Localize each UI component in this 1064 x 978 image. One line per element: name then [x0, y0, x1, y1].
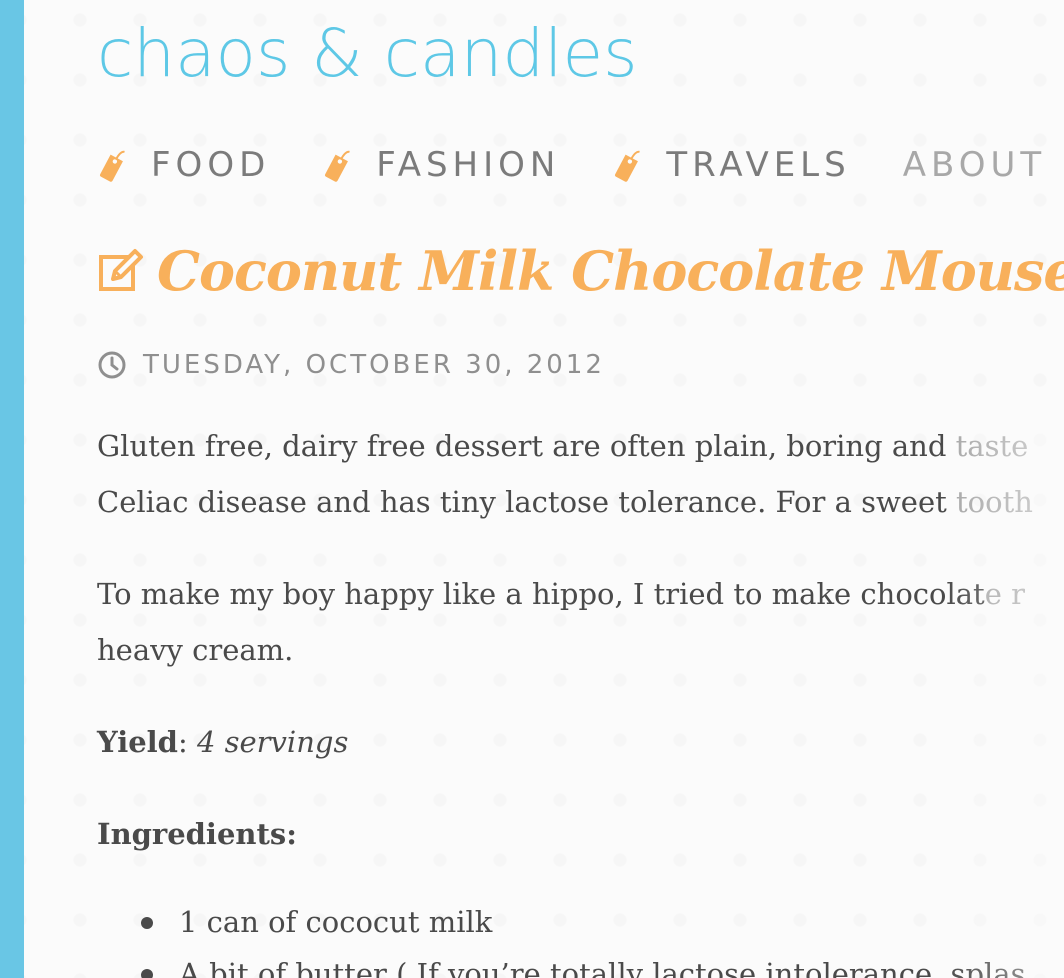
post-paragraph: Gluten free, dairy free dessert are ofte…	[97, 418, 1033, 530]
paragraph-text: taste	[955, 429, 1029, 463]
post-date-text: TUESDAY, OCTOBER 30, 2012	[143, 350, 605, 380]
paragraph-text: Celiac disease and has tiny lactose tole…	[97, 485, 956, 519]
page: chaos & candles FOOD FASHION TRAVELS ABO…	[0, 0, 1064, 978]
post-paragraph: To make my boy happy like a hippo, I tri…	[97, 566, 1025, 678]
tag-icon	[99, 150, 125, 182]
paragraph-text: tooth	[956, 485, 1033, 519]
tag-icon	[615, 150, 641, 182]
paragraph-text: heavy cream.	[97, 633, 294, 667]
post-title-link[interactable]: Coconut Milk Chocolate Mouse	[157, 244, 1064, 298]
nav-item-label: FOOD	[151, 145, 271, 185]
clock-icon	[98, 351, 126, 379]
ingredients-heading: Ingredients:	[97, 817, 297, 851]
nav-item-label: ABOUT	[902, 145, 1047, 185]
nav-item-label: TRAVELS	[666, 145, 851, 185]
nav-item-fashion[interactable]: FASHION	[322, 145, 560, 185]
ingredients-list: 1 can of cococut milk A bit of butter ( …	[97, 896, 1025, 978]
list-item: 1 can of cococut milk	[140, 896, 1025, 948]
paragraph-text: e r	[984, 577, 1025, 611]
paragraph-text: Gluten free, dairy free dessert are ofte…	[97, 429, 956, 463]
post-title: Coconut Milk Chocolate Mouse	[97, 244, 1064, 298]
list-item: A bit of butter ( If you’re totally lact…	[140, 948, 1025, 978]
left-accent-bar	[0, 0, 24, 978]
post-date: TUESDAY, OCTOBER 30, 2012	[97, 350, 605, 380]
site-title[interactable]: chaos & candles	[97, 17, 638, 91]
nav-item-travels[interactable]: TRAVELS	[612, 145, 850, 185]
edit-icon	[99, 249, 143, 291]
nav-item-label: FASHION	[376, 145, 561, 185]
paragraph-text: To make my boy happy like a hippo, I tri…	[97, 577, 985, 611]
yield-line: Yield: 4 servings	[97, 725, 349, 759]
yield-value: 4 servings	[196, 725, 349, 759]
main-nav: FOOD FASHION TRAVELS ABOUT	[97, 145, 1064, 185]
nav-item-about[interactable]: ABOUT	[903, 148, 1046, 182]
yield-label: Yield	[97, 725, 178, 759]
tag-icon	[325, 150, 351, 182]
nav-item-food[interactable]: FOOD	[97, 145, 270, 185]
